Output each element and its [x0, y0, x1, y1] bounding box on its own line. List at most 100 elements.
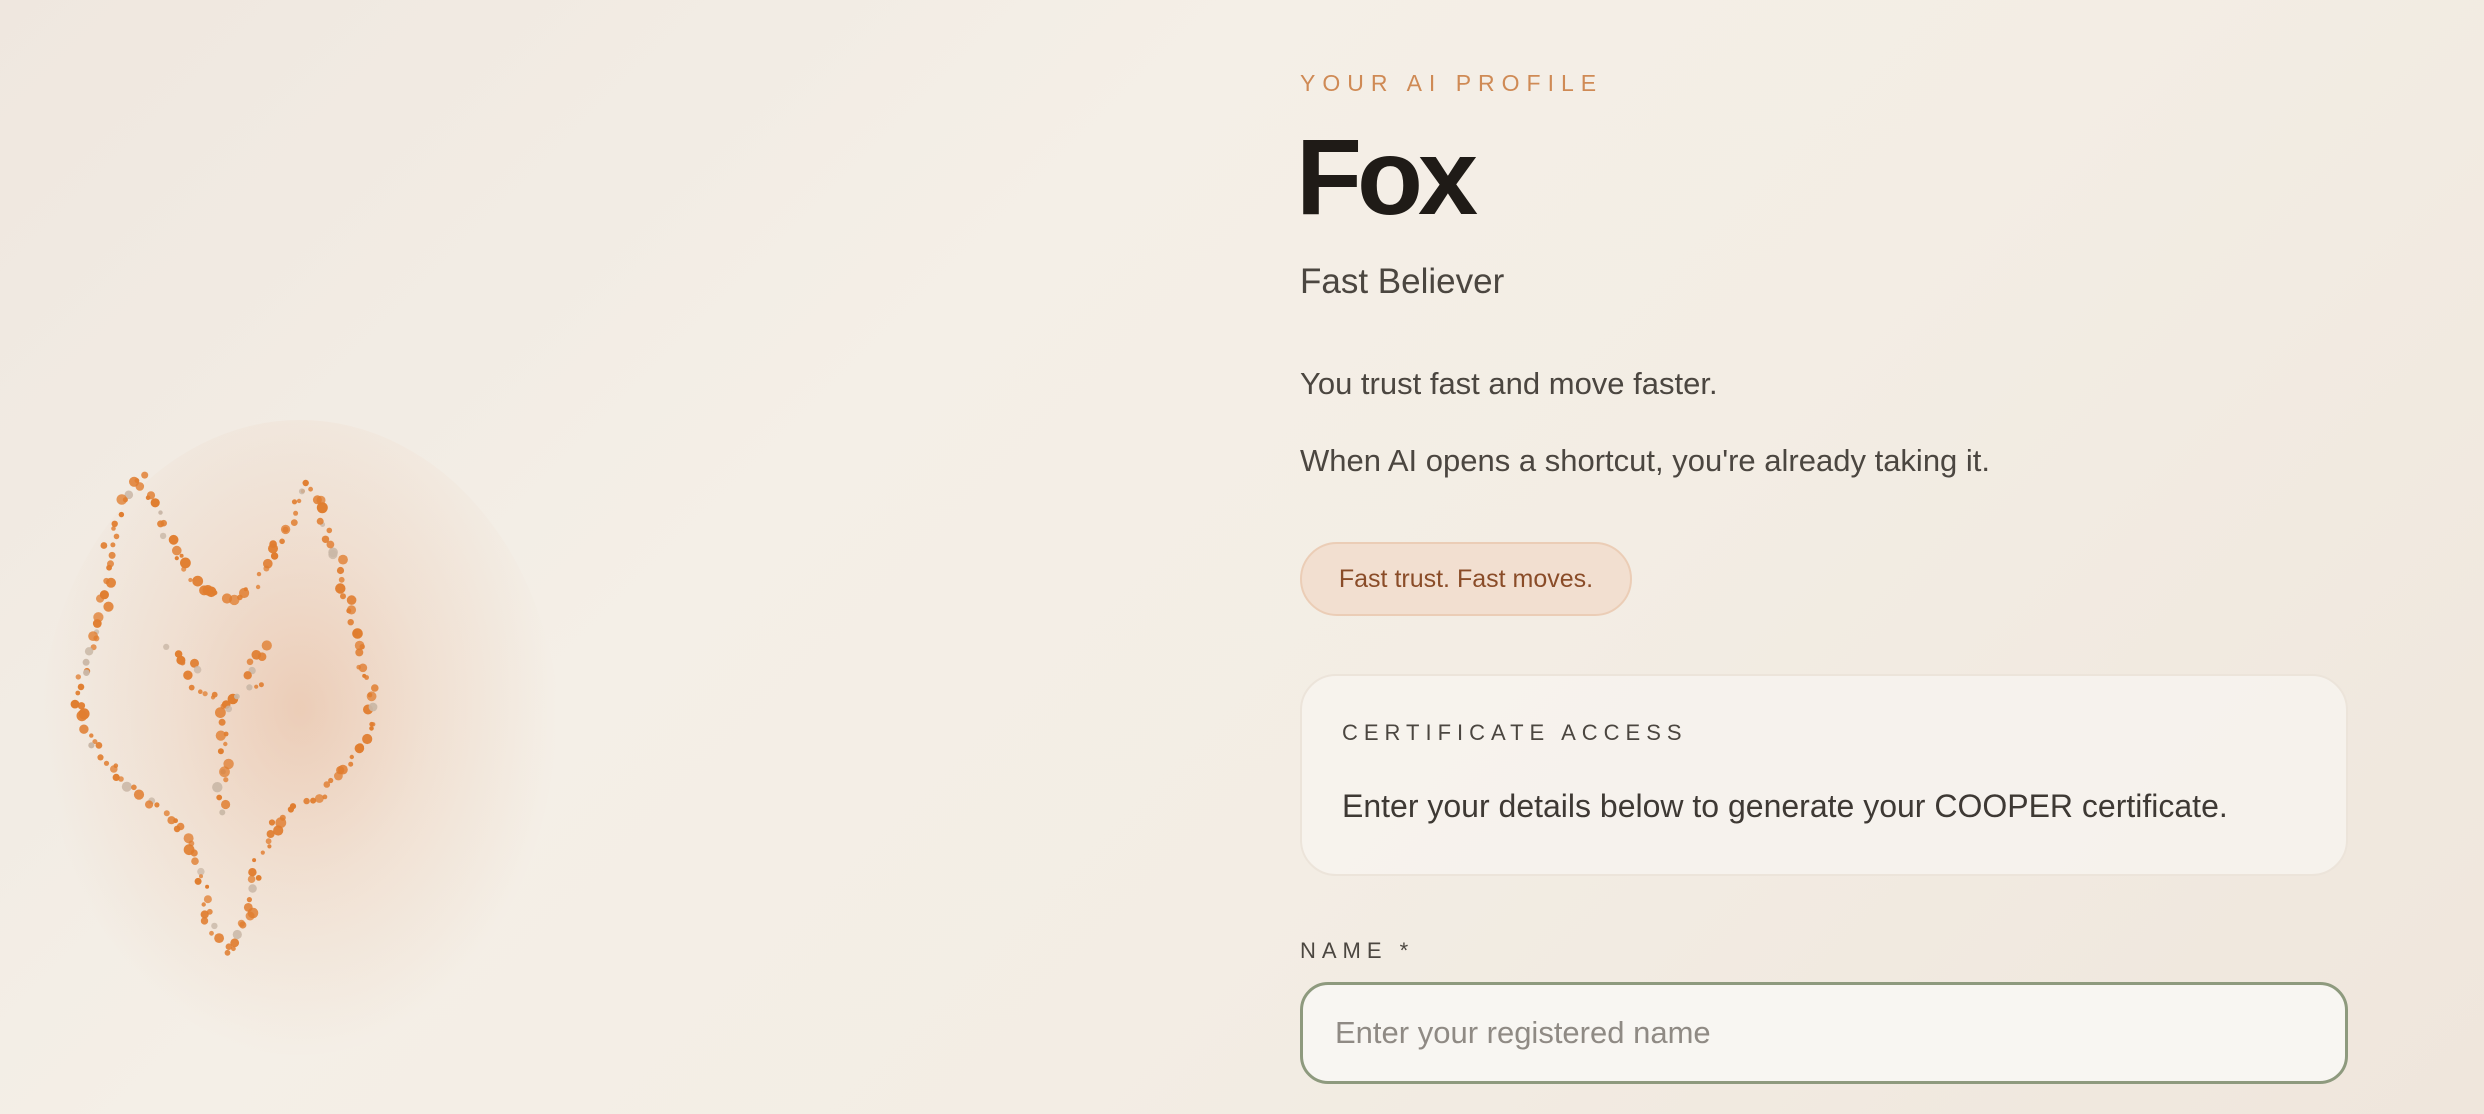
fox-dot — [326, 527, 333, 534]
fox-dot — [261, 640, 272, 651]
fox-dot — [145, 800, 154, 809]
fox-dot — [95, 742, 103, 749]
fox-dot — [83, 669, 90, 676]
fox-dot — [121, 781, 132, 792]
fox-dot — [302, 479, 309, 487]
fox-dot — [258, 682, 264, 688]
fox-dot — [100, 542, 108, 549]
fox-dot — [173, 818, 178, 824]
fox-dot — [198, 689, 203, 694]
description-line-1: You trust fast and move faster. — [1300, 366, 1718, 401]
fox-dot — [356, 664, 362, 670]
fox-dot — [219, 809, 226, 816]
fox-dot — [79, 724, 89, 734]
fox-dot — [237, 919, 245, 927]
fox-dot — [206, 908, 213, 915]
fox-dot — [103, 577, 110, 585]
fox-dot — [82, 658, 90, 666]
fox-dot — [215, 730, 226, 741]
fox-dot — [316, 517, 324, 525]
fox-dot — [246, 684, 253, 691]
fox-icon — [70, 471, 379, 956]
fox-dot — [197, 867, 205, 876]
fox-dot — [212, 590, 218, 596]
fox-dot — [224, 949, 231, 956]
fox-dot — [180, 557, 191, 569]
fox-dot — [163, 643, 170, 650]
fox-dot — [346, 595, 357, 605]
fox-dot — [367, 692, 373, 698]
name-input[interactable] — [1300, 982, 2348, 1084]
fox-dot — [269, 540, 277, 548]
fox-dot — [338, 554, 348, 565]
name-field-label: NAME * — [1300, 938, 1415, 963]
fox-dot — [157, 520, 165, 528]
fox-dot — [291, 499, 298, 505]
fox-dot — [223, 777, 229, 783]
fox-dot — [116, 494, 128, 505]
fox-dot — [118, 511, 124, 518]
fox-dot — [248, 884, 257, 893]
fox-dot — [252, 858, 257, 863]
certificate-instructions: Enter your details below to generate you… — [1342, 788, 2228, 824]
fox-dot — [255, 584, 261, 590]
fox-dot — [362, 673, 367, 678]
fox-dot — [346, 605, 357, 615]
fox-dot — [369, 726, 374, 731]
fox-dot — [181, 566, 187, 572]
fox-dot — [77, 683, 85, 691]
fox-dot — [322, 794, 328, 800]
fox-dot — [174, 556, 179, 561]
fox-dot — [146, 491, 156, 500]
fox-dot — [103, 601, 114, 612]
fox-dot — [282, 526, 289, 533]
fox-dot — [338, 576, 345, 583]
fox-dot — [303, 797, 310, 805]
fox-dot — [308, 486, 313, 492]
fox-dot — [172, 545, 182, 556]
fox-dot — [201, 902, 206, 907]
description-line-2: When AI opens a shortcut, you're already… — [1300, 443, 1991, 478]
fox-dot — [150, 498, 160, 508]
fox-dot — [88, 742, 95, 749]
fox-dot — [369, 721, 374, 727]
fox-dot — [113, 533, 120, 540]
fox-dot — [103, 760, 110, 766]
tagline-badge: Fast trust. Fast moves. — [1300, 542, 1632, 616]
fox-dot — [154, 802, 160, 808]
fox-dot — [211, 691, 218, 698]
fox-dot — [243, 903, 253, 912]
fox-dot — [135, 482, 145, 491]
fox-dot — [321, 535, 330, 543]
fox-dot — [328, 777, 334, 784]
fox-dot — [340, 593, 346, 600]
fox-dot — [221, 799, 231, 810]
fox-dot — [131, 784, 137, 791]
fox-dot — [356, 743, 364, 752]
fox-dot — [179, 659, 186, 666]
certificate-label: CERTIFICATE ACCESS — [1342, 720, 1688, 745]
fox-dot — [352, 630, 359, 636]
fox-dot — [163, 810, 170, 817]
fox-dot — [188, 684, 195, 691]
fox-dot — [296, 498, 302, 504]
fox-dot — [267, 844, 272, 849]
fox-dot — [293, 510, 299, 516]
fox-dot — [217, 748, 224, 755]
fox-dot — [75, 674, 81, 680]
fox-dot — [216, 794, 223, 801]
fox-dot — [205, 884, 210, 889]
fox-dot — [232, 929, 242, 940]
fox-dot — [110, 542, 116, 548]
fox-dot — [93, 635, 100, 642]
fox-dot — [203, 895, 212, 904]
fox-dot — [84, 647, 94, 656]
fox-dot — [335, 583, 346, 594]
fox-dot — [246, 897, 252, 903]
fox-dot — [243, 671, 252, 680]
fox-dot — [173, 825, 181, 833]
fox-dot — [89, 733, 94, 738]
fox-dot — [338, 764, 348, 775]
fox-dot — [255, 875, 262, 881]
fox-dot — [247, 875, 256, 883]
